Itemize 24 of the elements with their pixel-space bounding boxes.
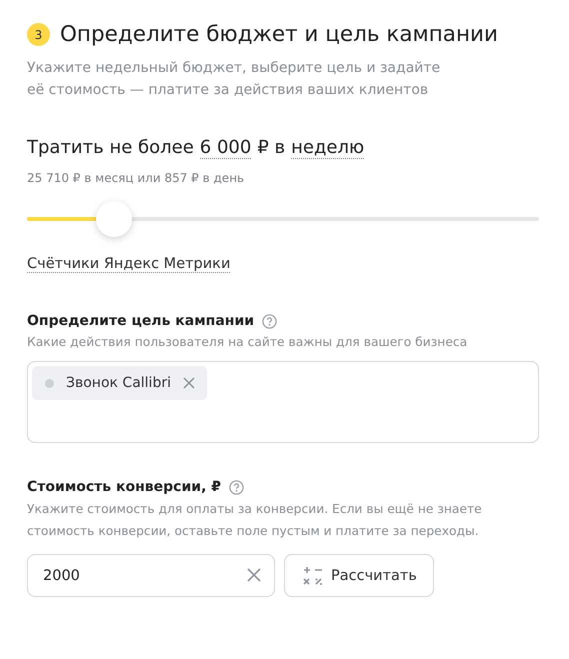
budget-currency: ₽ в bbox=[257, 137, 286, 159]
clear-icon[interactable] bbox=[247, 568, 261, 582]
conversion-hint: Укажите стоимость для оплаты за конверсии. Если вы ещё не знаете стоимость конверсии, оставьте поле пустым и платите за переходы. bbox=[27, 501, 483, 540]
conversion-cost-field[interactable]: 2000 bbox=[27, 554, 275, 597]
budget-slider[interactable] bbox=[27, 201, 539, 237]
budget-label: Тратить не более bbox=[27, 137, 194, 159]
conversion-label: Стоимость конверсии, ₽ bbox=[27, 479, 222, 495]
slider-thumb[interactable] bbox=[96, 201, 132, 237]
budget-summary: 25 710 ₽ в месяц или 857 ₽ в день bbox=[27, 171, 246, 185]
calculator-icon bbox=[303, 566, 323, 586]
budget-period-link[interactable]: неделю bbox=[291, 137, 364, 159]
section-description: Укажите недельный бюджет, выберите цель и задайте её стоимость — платите за действия ваших клиентов bbox=[27, 59, 442, 100]
goal-select-field[interactable]: Звонок Callibri bbox=[27, 361, 539, 443]
tag-label: Звонок Callibri bbox=[66, 375, 171, 391]
goal-label: Определите цель кампании bbox=[27, 313, 254, 329]
section-title: Определите бюджет и цель кампании bbox=[60, 22, 498, 47]
calculate-button[interactable]: Рассчитать bbox=[284, 554, 434, 597]
step-number-badge: 3 bbox=[27, 23, 50, 46]
remove-icon[interactable] bbox=[182, 377, 195, 389]
goal-hint: Какие действия пользователя на сайте важны для вашего бизнеса bbox=[27, 335, 468, 349]
budget-amount-link[interactable]: 6 000 bbox=[200, 137, 252, 159]
help-icon[interactable] bbox=[262, 314, 278, 328]
help-icon[interactable] bbox=[229, 480, 244, 494]
metrika-link[interactable]: Счётчики Яндекс Метрики bbox=[27, 256, 230, 273]
